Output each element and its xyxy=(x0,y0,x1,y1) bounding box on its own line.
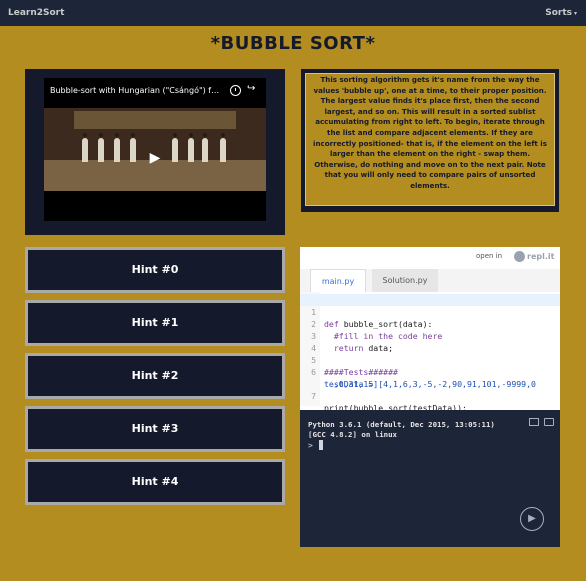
hint-button-1[interactable]: Hint #1 xyxy=(25,300,285,346)
play-icon[interactable]: ▶ xyxy=(146,149,164,167)
code-line: 7 print(bubble_sort(testData)); xyxy=(300,378,560,413)
hint-button-0[interactable]: Hint #0 xyxy=(25,247,285,293)
code-line: 1 def bubble_sort(data): xyxy=(300,294,560,329)
hint-button-2[interactable]: Hint #2 xyxy=(25,353,285,399)
hint-button-4[interactable]: Hint #4 xyxy=(25,459,285,505)
code-line: 3 return data; xyxy=(300,318,560,353)
brand-logo[interactable]: Learn2Sort xyxy=(8,8,64,18)
dancer-figure xyxy=(220,133,226,162)
description-text: This sorting algorithm gets it's name fr… xyxy=(313,75,547,190)
dancer-figure xyxy=(172,133,178,162)
clock-icon[interactable] xyxy=(230,85,241,96)
replit-logo-icon xyxy=(514,251,525,262)
console-output: Python 3.6.1 (default, Dec 2015, 13:05:1… xyxy=(308,420,495,439)
stage-backdrop xyxy=(74,111,236,129)
video-title[interactable]: Bubble-sort with Hungarian ("Csángó") fo… xyxy=(50,86,222,95)
code-line: 6 testData = [4,1,6,3,-5,-2,90,91,101,-9… xyxy=(300,354,560,389)
dancer-figure xyxy=(82,133,88,162)
hint-button-3[interactable]: Hint #3 xyxy=(25,406,285,452)
sorts-label: Sorts xyxy=(545,8,572,18)
code-editor[interactable]: 1 def bubble_sort(data): 2 #fill in the … xyxy=(300,292,560,413)
dancer-figure xyxy=(188,133,194,162)
code-line: ,0,31,15] xyxy=(300,366,560,389)
run-button[interactable]: ▶ xyxy=(520,507,544,531)
console-cursor xyxy=(319,440,323,450)
file-tabs: main.py Solution.py xyxy=(300,269,560,292)
dancer-figure xyxy=(114,133,120,162)
share-icon[interactable]: ↪ xyxy=(247,83,255,94)
description-box: This sorting algorithm gets it's name fr… xyxy=(305,73,555,206)
clear-icon[interactable] xyxy=(544,418,554,426)
page-title: *BUBBLE SORT* xyxy=(210,33,376,54)
code-line: 4 xyxy=(300,330,560,353)
replit-logo-text: repl.it xyxy=(527,252,555,261)
tab-solution-py[interactable]: Solution.py xyxy=(372,269,438,292)
video-panel: Bubble-sort with Hungarian ("Csángó") fo… xyxy=(25,69,285,235)
code-line: 2 #fill in the code here xyxy=(300,306,560,341)
chevron-down-icon: ▾ xyxy=(573,10,577,17)
dancer-figure xyxy=(202,133,208,162)
top-navbar: Learn2Sort Sorts ▾ xyxy=(0,0,586,26)
video-player[interactable]: Bubble-sort with Hungarian ("Csángó") fo… xyxy=(44,78,266,221)
repl-header: open in repl.it xyxy=(300,247,560,269)
copy-icon[interactable] xyxy=(529,418,539,426)
tab-main-py[interactable]: main.py xyxy=(310,269,366,292)
open-in-link[interactable]: open in xyxy=(476,252,502,260)
dancer-figure xyxy=(130,133,136,162)
dancer-figure xyxy=(98,133,104,162)
line-number: 7 xyxy=(311,391,316,401)
sorts-dropdown[interactable]: Sorts ▾ xyxy=(545,8,577,18)
description-panel: This sorting algorithm gets it's name fr… xyxy=(301,69,559,212)
console-prompt: > xyxy=(308,441,313,450)
repl-embed: open in repl.it main.py Solution.py 1 de… xyxy=(300,247,560,547)
code-line: 5 ####Tests###### xyxy=(300,342,560,377)
console-panel[interactable]: Python 3.6.1 (default, Dec 2015, 13:05:1… xyxy=(300,410,560,547)
